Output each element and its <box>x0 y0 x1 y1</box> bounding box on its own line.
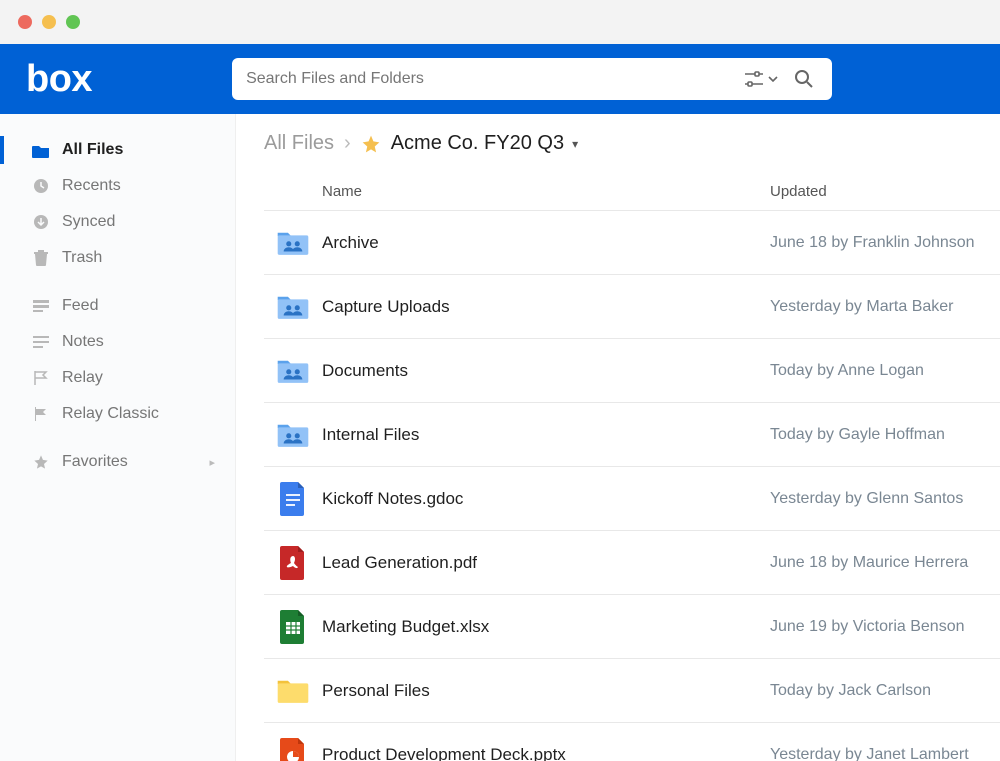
file-row[interactable]: Capture UploadsYesterday by Marta Baker <box>264 275 1000 339</box>
window-chrome <box>0 0 1000 44</box>
star-icon[interactable] <box>361 134 381 154</box>
file-updated: Yesterday by Janet Lambert <box>770 746 1000 761</box>
folder-open-icon <box>32 141 50 159</box>
column-name-header[interactable]: Name <box>264 183 770 200</box>
header-bar: box <box>0 44 1000 114</box>
breadcrumb-current-label: Acme Co. FY20 Q3 <box>391 132 564 155</box>
sidebar-item-recents[interactable]: Recents <box>0 168 235 204</box>
star-icon <box>32 453 50 471</box>
breadcrumb: All Files › Acme Co. FY20 Q3 ▾ <box>264 132 1000 155</box>
sidebar-item-relay-classic[interactable]: Relay Classic <box>0 396 235 432</box>
table-header: Name Updated <box>264 173 1000 211</box>
shared-folder-icon <box>264 421 322 449</box>
file-row[interactable]: Internal FilesToday by Gayle Hoffman <box>264 403 1000 467</box>
sidebar-item-trash[interactable]: Trash <box>0 240 235 276</box>
file-name: Marketing Budget.xlsx <box>322 617 770 637</box>
sidebar-item-label: All Files <box>62 141 215 159</box>
file-updated: Today by Gayle Hoffman <box>770 426 1000 444</box>
file-row[interactable]: Kickoff Notes.gdocYesterday by Glenn San… <box>264 467 1000 531</box>
trash-icon <box>32 249 50 267</box>
file-updated: June 19 by Victoria Benson <box>770 618 1000 636</box>
sidebar-item-relay[interactable]: Relay <box>0 360 235 396</box>
feed-icon <box>32 297 50 315</box>
file-updated: Today by Jack Carlson <box>770 682 1000 700</box>
file-name: Documents <box>322 361 770 381</box>
file-updated: Yesterday by Marta Baker <box>770 298 1000 316</box>
breadcrumb-separator: › <box>344 132 351 155</box>
main-area: All Files › Acme Co. FY20 Q3 ▾ Name Upda… <box>236 114 1000 761</box>
file-updated: Today by Anne Logan <box>770 362 1000 380</box>
flag-icon <box>32 369 50 387</box>
chevron-down-icon: ▾ <box>572 137 578 151</box>
sidebar-item-label: Relay Classic <box>62 405 215 423</box>
pdf-icon <box>264 546 322 580</box>
flag-solid-icon <box>32 405 50 423</box>
sidebar-item-synced[interactable]: Synced <box>0 204 235 240</box>
sidebar-item-label: Recents <box>62 177 215 195</box>
window-minimize-button[interactable] <box>42 15 56 29</box>
search-input[interactable] <box>246 70 732 88</box>
file-row[interactable]: Marketing Budget.xlsxJune 19 by Victoria… <box>264 595 1000 659</box>
window-maximize-button[interactable] <box>66 15 80 29</box>
sidebar-item-label: Trash <box>62 249 215 267</box>
file-row[interactable]: Lead Generation.pdfJune 18 by Maurice He… <box>264 531 1000 595</box>
file-name: Lead Generation.pdf <box>322 553 770 573</box>
breadcrumb-root[interactable]: All Files <box>264 132 334 155</box>
sidebar: All Files Recents Synced Trash Feed Notes Rel… <box>0 114 236 761</box>
file-name: Archive <box>322 233 770 253</box>
sidebar-item-all-files[interactable]: All Files <box>0 132 235 168</box>
search-container <box>232 58 832 100</box>
gdoc-icon <box>264 482 322 516</box>
search-filter-button[interactable] <box>740 67 782 91</box>
file-name: Personal Files <box>322 681 770 701</box>
sidebar-item-label: Relay <box>62 369 215 387</box>
sidebar-item-label: Feed <box>62 297 215 315</box>
search-icon <box>794 69 814 89</box>
xlsx-icon <box>264 610 322 644</box>
file-updated: June 18 by Franklin Johnson <box>770 234 1000 252</box>
file-list: ArchiveJune 18 by Franklin Johnson Captu… <box>264 211 1000 761</box>
notes-icon <box>32 333 50 351</box>
box-logo: box <box>26 58 92 101</box>
shared-folder-icon <box>264 357 322 385</box>
chevron-down-icon <box>768 76 778 82</box>
file-name: Kickoff Notes.gdoc <box>322 489 770 509</box>
breadcrumb-current-dropdown[interactable]: Acme Co. FY20 Q3 ▾ <box>391 132 578 155</box>
file-updated: June 18 by Maurice Herrera <box>770 554 1000 572</box>
filter-sliders-icon <box>744 71 764 87</box>
file-name: Product Development Deck.pptx <box>322 745 770 761</box>
sidebar-item-feed[interactable]: Feed <box>0 288 235 324</box>
file-updated: Yesterday by Glenn Santos <box>770 490 1000 508</box>
column-updated-header[interactable]: Updated <box>770 183 1000 200</box>
search-button[interactable] <box>790 65 818 93</box>
file-row[interactable]: Personal FilesToday by Jack Carlson <box>264 659 1000 723</box>
file-name: Internal Files <box>322 425 770 445</box>
shared-folder-icon <box>264 293 322 321</box>
file-row[interactable]: DocumentsToday by Anne Logan <box>264 339 1000 403</box>
pptx-icon <box>264 738 322 761</box>
window-close-button[interactable] <box>18 15 32 29</box>
sidebar-item-notes[interactable]: Notes <box>0 324 235 360</box>
clock-icon <box>32 177 50 195</box>
chevron-right-icon: ▸ <box>209 456 215 469</box>
file-name: Capture Uploads <box>322 297 770 317</box>
sidebar-item-label: Favorites <box>62 453 197 471</box>
file-row[interactable]: ArchiveJune 18 by Franklin Johnson <box>264 211 1000 275</box>
sidebar-item-favorites[interactable]: Favorites ▸ <box>0 444 235 480</box>
download-circle-icon <box>32 213 50 231</box>
shared-folder-icon <box>264 229 322 257</box>
folder-icon <box>264 677 322 705</box>
sidebar-item-label: Notes <box>62 333 215 351</box>
sidebar-item-label: Synced <box>62 213 215 231</box>
file-row[interactable]: Product Development Deck.pptxYesterday b… <box>264 723 1000 761</box>
